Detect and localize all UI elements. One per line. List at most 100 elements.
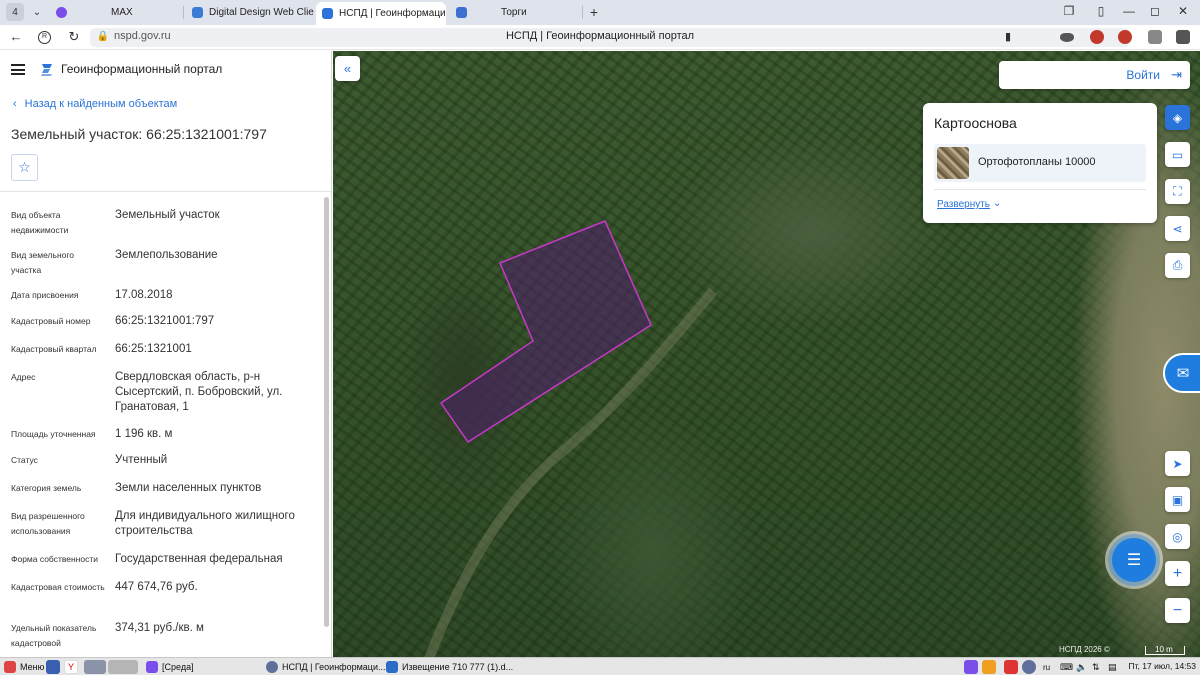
taskbar-blank-slot[interactable] — [108, 660, 138, 674]
chevrons-left-icon: « — [343, 61, 352, 76]
tray-browser-icon[interactable] — [1022, 660, 1036, 674]
start-menu-button[interactable]: Меню — [4, 660, 44, 674]
taskbar-item-nspd[interactable]: НСПД | Геоинформаци... — [266, 660, 385, 674]
back-link-label: Назад к найденным объектам — [24, 98, 178, 110]
favorite-button[interactable]: ☆ — [11, 154, 38, 181]
object-title: Земельный участок: 66:25:1321001:797 — [11, 126, 267, 142]
share-icon: ⋖ — [1172, 221, 1183, 236]
tab-label: MAX — [111, 7, 133, 18]
chat-button[interactable]: ☰ — [1112, 538, 1156, 582]
maximize-icon[interactable]: ◻ — [1146, 4, 1164, 18]
tab-label: НСПД | Геоинформаци — [339, 8, 446, 19]
property-value: 66:25:1321001:797 — [115, 315, 215, 327]
locate-button[interactable]: ➤ — [1165, 451, 1190, 476]
tab-torgi[interactable]: Торги — [450, 2, 580, 23]
tab-list-chevron-icon[interactable]: ⌄ — [28, 3, 46, 21]
share-button[interactable]: ⋖ — [1165, 216, 1190, 241]
minimap-button[interactable]: ▣ — [1165, 487, 1190, 512]
close-window-icon[interactable]: ✕ — [1174, 4, 1192, 18]
property-label: Вид разрешенного использования — [11, 511, 85, 536]
geolocation-button[interactable]: ◎ — [1165, 524, 1190, 549]
max-favicon-icon — [56, 7, 67, 18]
sreda-app-icon — [146, 661, 158, 673]
tray-app-icon[interactable] — [964, 660, 978, 674]
orthophoto-thumbnail — [937, 147, 969, 179]
document-app-icon — [386, 661, 398, 673]
browser-tab-bar: 4 ⌄ MAX Digital Design Web Client НСПД |… — [0, 0, 1200, 25]
back-to-results-link[interactable]: ‹ Назад к найденным объектам — [13, 98, 177, 110]
os-taskbar: Меню Y [Среда] НСПД | Геоинформаци... Из… — [0, 657, 1200, 675]
property-value: 447 674,76 руб. — [115, 581, 198, 593]
property-label: Адрес — [11, 372, 36, 382]
downloads-icon[interactable] — [1176, 30, 1190, 44]
tray-info-icon[interactable]: ▤ — [1108, 660, 1117, 674]
language-indicator[interactable]: ru — [1043, 660, 1050, 674]
property-label: Категория земель — [11, 483, 82, 493]
property-label: Дата присвоения — [11, 290, 79, 300]
minimize-icon[interactable]: — — [1120, 4, 1138, 18]
volume-icon[interactable]: 🔈 — [1076, 660, 1087, 674]
basemap-panel: Картооснова Ортофотопланы 10000 Разверну… — [923, 103, 1157, 223]
basemap-option-ortho[interactable]: Ортофотопланы 10000 — [934, 144, 1146, 182]
property-label: Вид земельного участка — [11, 250, 75, 275]
minimap-icon: ▣ — [1171, 492, 1184, 507]
tray-app-3-icon[interactable] — [1004, 660, 1018, 674]
url-text[interactable]: nspd.gov.ru — [114, 30, 171, 42]
lock-icon[interactable]: 🔒 — [95, 29, 111, 45]
bookmarks-icon[interactable]: ▯ — [1092, 4, 1110, 18]
tray-app-2-icon[interactable] — [982, 660, 996, 674]
extensions-puzzle-icon[interactable] — [1148, 30, 1162, 44]
taskbar-item-document[interactable]: Извещение 710 777 (1).d... — [386, 660, 513, 674]
panel-scrollbar[interactable] — [324, 197, 329, 627]
tab-count-badge[interactable]: 4 — [6, 3, 24, 21]
url-field[interactable] — [90, 28, 1130, 47]
zoom-out-button[interactable]: − — [1165, 598, 1190, 623]
chevron-down-icon[interactable]: ⌄ — [993, 198, 1001, 209]
login-button[interactable]: Войти ⇥ — [999, 61, 1190, 89]
extension-ladybug-2-icon[interactable] — [1118, 30, 1132, 44]
property-label: Площадь уточненная — [11, 429, 96, 439]
start-menu-icon — [4, 661, 16, 673]
geolocation-icon: ◎ — [1172, 529, 1183, 544]
tray-keyboard-icon[interactable]: ⌨ — [1060, 660, 1073, 674]
login-arrow-icon: ⇥ — [1171, 67, 1182, 82]
extension-ladybug-icon[interactable] — [1090, 30, 1104, 44]
tab-nspd-active[interactable]: НСПД | Геоинформаци ✕ — [316, 2, 446, 25]
reload-icon[interactable]: ↻ — [66, 29, 82, 45]
system-clock[interactable]: Пт, 17 июл, 14:53 — [1129, 661, 1197, 671]
taskbar-item-label: НСПД | Геоинформаци... — [282, 662, 386, 672]
map-view[interactable]: « Войти ⇥ Картооснова Ортофотопланы 1000… — [333, 51, 1200, 657]
tab-manager-icon[interactable]: ❐ — [1060, 4, 1078, 18]
show-desktop-icon[interactable] — [46, 660, 60, 674]
tab-digital-design[interactable]: Digital Design Web Client — [186, 2, 314, 23]
taskbar-item-label: Извещение 710 777 (1).d... — [402, 662, 514, 672]
print-button[interactable]: ⎙ — [1165, 253, 1190, 278]
property-value: Землепользование — [115, 249, 218, 261]
back-arrow-icon[interactable]: ← — [8, 29, 24, 45]
chat-bubble-icon: ☰ — [1126, 552, 1142, 569]
property-value: Государственная федеральная — [115, 553, 283, 565]
property-label: Кадастровая стоимость — [11, 582, 105, 592]
zoom-in-button[interactable]: + — [1165, 561, 1190, 586]
layers-tool-button[interactable]: ◈ — [1165, 105, 1190, 130]
bookmark-page-icon[interactable]: ▮ — [1000, 29, 1016, 45]
network-icon[interactable]: ⇅ — [1092, 660, 1100, 674]
property-label: Вид объекта недвижимости — [11, 210, 69, 235]
land-parcel-polygon[interactable] — [439, 220, 652, 444]
measure-tool-button[interactable]: ▭ — [1165, 142, 1190, 167]
digital-design-favicon-icon — [192, 7, 203, 18]
collapse-panel-button[interactable]: « — [335, 56, 360, 81]
property-value: 17.08.2018 — [115, 289, 173, 301]
extension-hat-icon[interactable] — [1060, 33, 1074, 42]
select-area-button[interactable]: ⛶ — [1165, 179, 1190, 204]
new-tab-button[interactable]: + — [585, 3, 603, 21]
protect-icon[interactable]: R — [38, 31, 51, 44]
yandex-browser-icon[interactable] — [84, 660, 106, 674]
assistant-tab[interactable]: ✉ — [1163, 353, 1200, 393]
expand-basemaps-link[interactable]: Развернуть — [937, 199, 990, 210]
tab-max[interactable]: MAX — [50, 2, 180, 23]
basemap-option-label: Ортофотопланы 10000 — [978, 156, 1096, 168]
taskbar-item-sreda[interactable]: [Среда] — [146, 660, 194, 674]
menu-hamburger-icon[interactable] — [11, 64, 25, 75]
yandex-icon[interactable]: Y — [64, 660, 78, 674]
